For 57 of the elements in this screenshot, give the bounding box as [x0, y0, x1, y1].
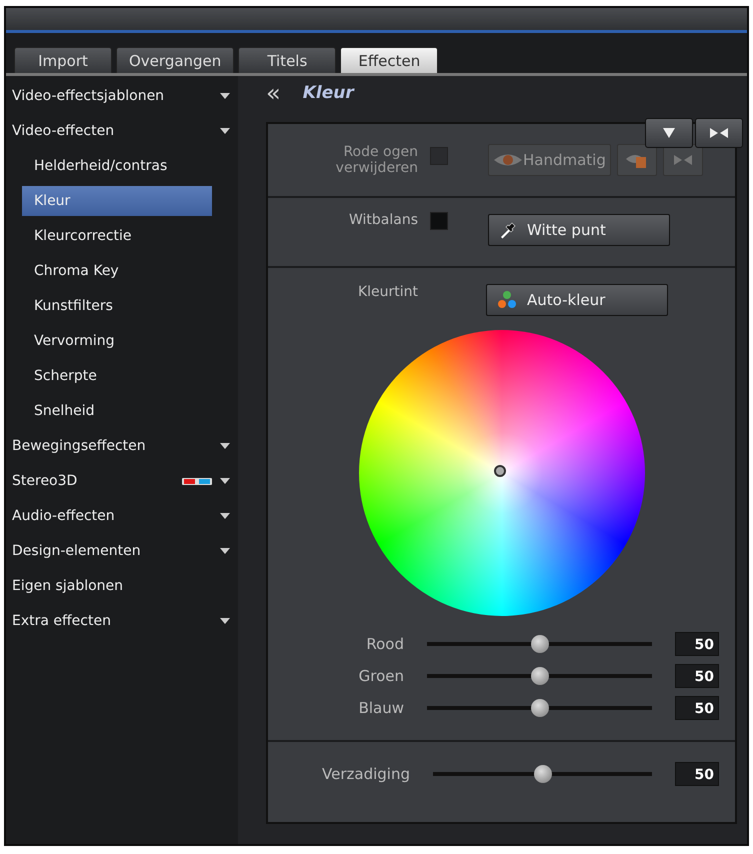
value-field[interactable]: 50 — [675, 696, 719, 720]
tab[interactable]: Import — [14, 47, 112, 73]
sidebar-item[interactable]: Scherpte — [6, 361, 212, 391]
sidebar-item[interactable]: Eigen sjablonen — [6, 571, 238, 601]
sidebar-item[interactable]: Video-effectsjablonen — [6, 81, 238, 111]
slider-thumb[interactable] — [534, 765, 552, 783]
eyedropper-button[interactable]: Witte punt — [488, 214, 670, 246]
balance-label: Witbalans — [348, 212, 418, 228]
sidebar-item[interactable]: Vervorming — [6, 326, 212, 356]
triangle-down-icon — [663, 128, 675, 138]
sidebar-item[interactable]: Stereo3D — [6, 466, 238, 496]
auto-color-button[interactable]: Auto-kleur — [486, 284, 668, 316]
bowtie-icon — [710, 128, 728, 138]
slider-thumb[interactable] — [530, 699, 548, 717]
sidebar-item[interactable]: Helderheid/contras — [6, 151, 212, 181]
slider-thumb[interactable] — [530, 635, 548, 653]
panel-title: Kleur — [302, 83, 354, 103]
eyedropper-icon — [499, 221, 517, 239]
sidebar-item[interactable]: Snelheid — [6, 396, 212, 426]
3d-glasses-icon — [182, 476, 212, 486]
sidebar-item[interactable]: Chroma Key — [6, 256, 212, 286]
eye-correction-label: Rode ogen verwijderen — [334, 144, 418, 176]
balance-checkbox[interactable] — [430, 212, 448, 230]
slider-label: Groen — [358, 667, 404, 685]
tab[interactable]: Overgangen — [116, 47, 234, 73]
eye-icon — [493, 153, 523, 167]
sidebar-item[interactable]: Kleur — [22, 186, 212, 216]
back-button[interactable]: « — [266, 79, 281, 107]
reset-button[interactable] — [695, 118, 743, 148]
slider-label: Verzadiging — [321, 765, 410, 783]
slider-label: Blauw — [358, 699, 404, 717]
tab[interactable]: Effecten — [340, 47, 438, 73]
sidebar-item[interactable]: Audio-effecten — [6, 501, 238, 531]
tint-label: Kleurtint — [356, 284, 418, 300]
sidebar-item[interactable]: Design-elementen — [6, 536, 238, 566]
color-picker-handle[interactable] — [494, 465, 506, 477]
sidebar-item[interactable]: Extra effecten — [6, 606, 238, 636]
value-field[interactable]: 50 — [675, 632, 719, 656]
dropdown-button[interactable] — [645, 118, 693, 148]
color-dots-icon — [497, 290, 517, 310]
caret-icon — [220, 93, 230, 99]
slider-thumb[interactable] — [530, 667, 548, 685]
caret-icon — [220, 548, 230, 554]
sidebar-item[interactable]: Bewegingseffecten — [6, 431, 238, 461]
caret-icon — [220, 513, 230, 519]
value-field[interactable]: 50 — [675, 664, 719, 688]
sidebar-item[interactable]: Kunstfilters — [6, 291, 212, 321]
sidebar-item[interactable]: Kleurcorrectie — [6, 221, 212, 251]
caret-icon — [220, 443, 230, 449]
tab[interactable]: Titels — [238, 47, 336, 73]
bowtie-icon — [674, 155, 692, 165]
caret-icon — [220, 128, 230, 134]
caret-icon — [220, 478, 230, 484]
slider-label: Rood — [365, 635, 404, 653]
caret-icon — [220, 618, 230, 624]
value-field[interactable]: 50 — [675, 762, 719, 786]
sidebar-item[interactable]: Video-effecten — [6, 116, 238, 146]
